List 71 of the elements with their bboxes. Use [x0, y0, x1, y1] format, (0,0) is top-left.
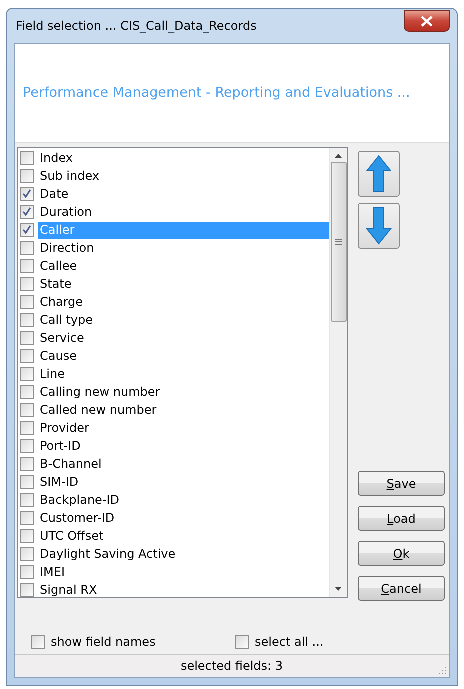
field-item[interactable]: Called new number: [38, 402, 329, 418]
checkbox[interactable]: [20, 187, 34, 201]
dialog-button[interactable]: Load: [358, 506, 445, 531]
checkbox[interactable]: [20, 367, 34, 381]
field-item[interactable]: B-Channel: [38, 456, 329, 472]
checkbox[interactable]: [20, 439, 34, 453]
checkbox[interactable]: [20, 313, 34, 327]
dialog-button[interactable]: Save: [358, 471, 445, 496]
field-item[interactable]: State: [38, 276, 329, 292]
checkbox[interactable]: [20, 151, 34, 165]
resize-grip-icon[interactable]: [437, 665, 447, 675]
arrow-up-icon: [366, 155, 392, 193]
checkbox[interactable]: [20, 205, 34, 219]
field-item[interactable]: Calling new number: [38, 384, 329, 400]
arrow-down-icon: [366, 207, 392, 245]
checkbox[interactable]: [20, 169, 34, 183]
field-item[interactable]: Charge: [38, 294, 329, 310]
checkbox[interactable]: [20, 457, 34, 471]
checkbox[interactable]: [20, 565, 34, 579]
field-item[interactable]: Daylight Saving Active: [38, 546, 329, 562]
field-item[interactable]: Sub index: [38, 168, 329, 184]
move-up-button[interactable]: [358, 151, 400, 197]
field-item[interactable]: Index: [38, 150, 329, 166]
checkbox[interactable]: [20, 331, 34, 345]
window-title: Field selection ... CIS_Call_Data_Records: [15, 19, 257, 33]
header-text: Performance Management - Reporting and Evaluations ...: [23, 85, 410, 101]
checkbox[interactable]: [20, 277, 34, 291]
close-icon: [421, 16, 433, 26]
field-item[interactable]: Callee: [38, 258, 329, 274]
checkbox[interactable]: [31, 635, 45, 649]
close-button[interactable]: [404, 10, 450, 32]
field-item[interactable]: IMEI: [38, 564, 329, 580]
field-item[interactable]: Backplane-ID: [38, 492, 329, 508]
option-label: select all ...: [255, 635, 324, 649]
field-item[interactable]: Customer-ID: [38, 510, 329, 526]
checkbox[interactable]: [20, 241, 34, 255]
checkbox[interactable]: [20, 475, 34, 489]
field-item[interactable]: Line: [38, 366, 329, 382]
field-item[interactable]: SIM-ID: [38, 474, 329, 490]
field-item[interactable]: Date: [38, 186, 329, 202]
checkbox[interactable]: [20, 493, 34, 507]
scroll-thumb[interactable]: [330, 162, 346, 322]
move-down-button[interactable]: [358, 203, 400, 249]
field-item[interactable]: Duration: [38, 204, 329, 220]
option-label: show field names: [51, 635, 156, 649]
field-item[interactable]: Direction: [38, 240, 329, 256]
scroll-down-icon[interactable]: [335, 587, 342, 591]
checkbox[interactable]: [20, 295, 34, 309]
checkbox[interactable]: [20, 583, 34, 597]
status-text: selected fields: 3: [180, 659, 284, 673]
checkbox[interactable]: [20, 349, 34, 363]
checkbox[interactable]: [20, 223, 34, 237]
dialog-button[interactable]: Cancel: [358, 576, 445, 601]
field-item[interactable]: Cause: [38, 348, 329, 364]
checkbox[interactable]: [20, 547, 34, 561]
scrollbar[interactable]: [329, 148, 347, 597]
field-item[interactable]: Port-ID: [38, 438, 329, 454]
field-item[interactable]: UTC Offset: [38, 528, 329, 544]
checkbox[interactable]: [20, 259, 34, 273]
checkbox[interactable]: [20, 421, 34, 435]
field-item[interactable]: Signal RX: [38, 582, 329, 597]
checkbox[interactable]: [20, 511, 34, 525]
checkbox[interactable]: [235, 635, 249, 649]
field-item[interactable]: Service: [38, 330, 329, 346]
checkbox[interactable]: [20, 403, 34, 417]
dialog-button[interactable]: Ok: [358, 541, 445, 566]
checkbox[interactable]: [20, 529, 34, 543]
scroll-up-icon[interactable]: [335, 154, 342, 158]
checkbox[interactable]: [20, 385, 34, 399]
field-item[interactable]: Call type: [38, 312, 329, 328]
field-item[interactable]: Provider: [38, 420, 329, 436]
